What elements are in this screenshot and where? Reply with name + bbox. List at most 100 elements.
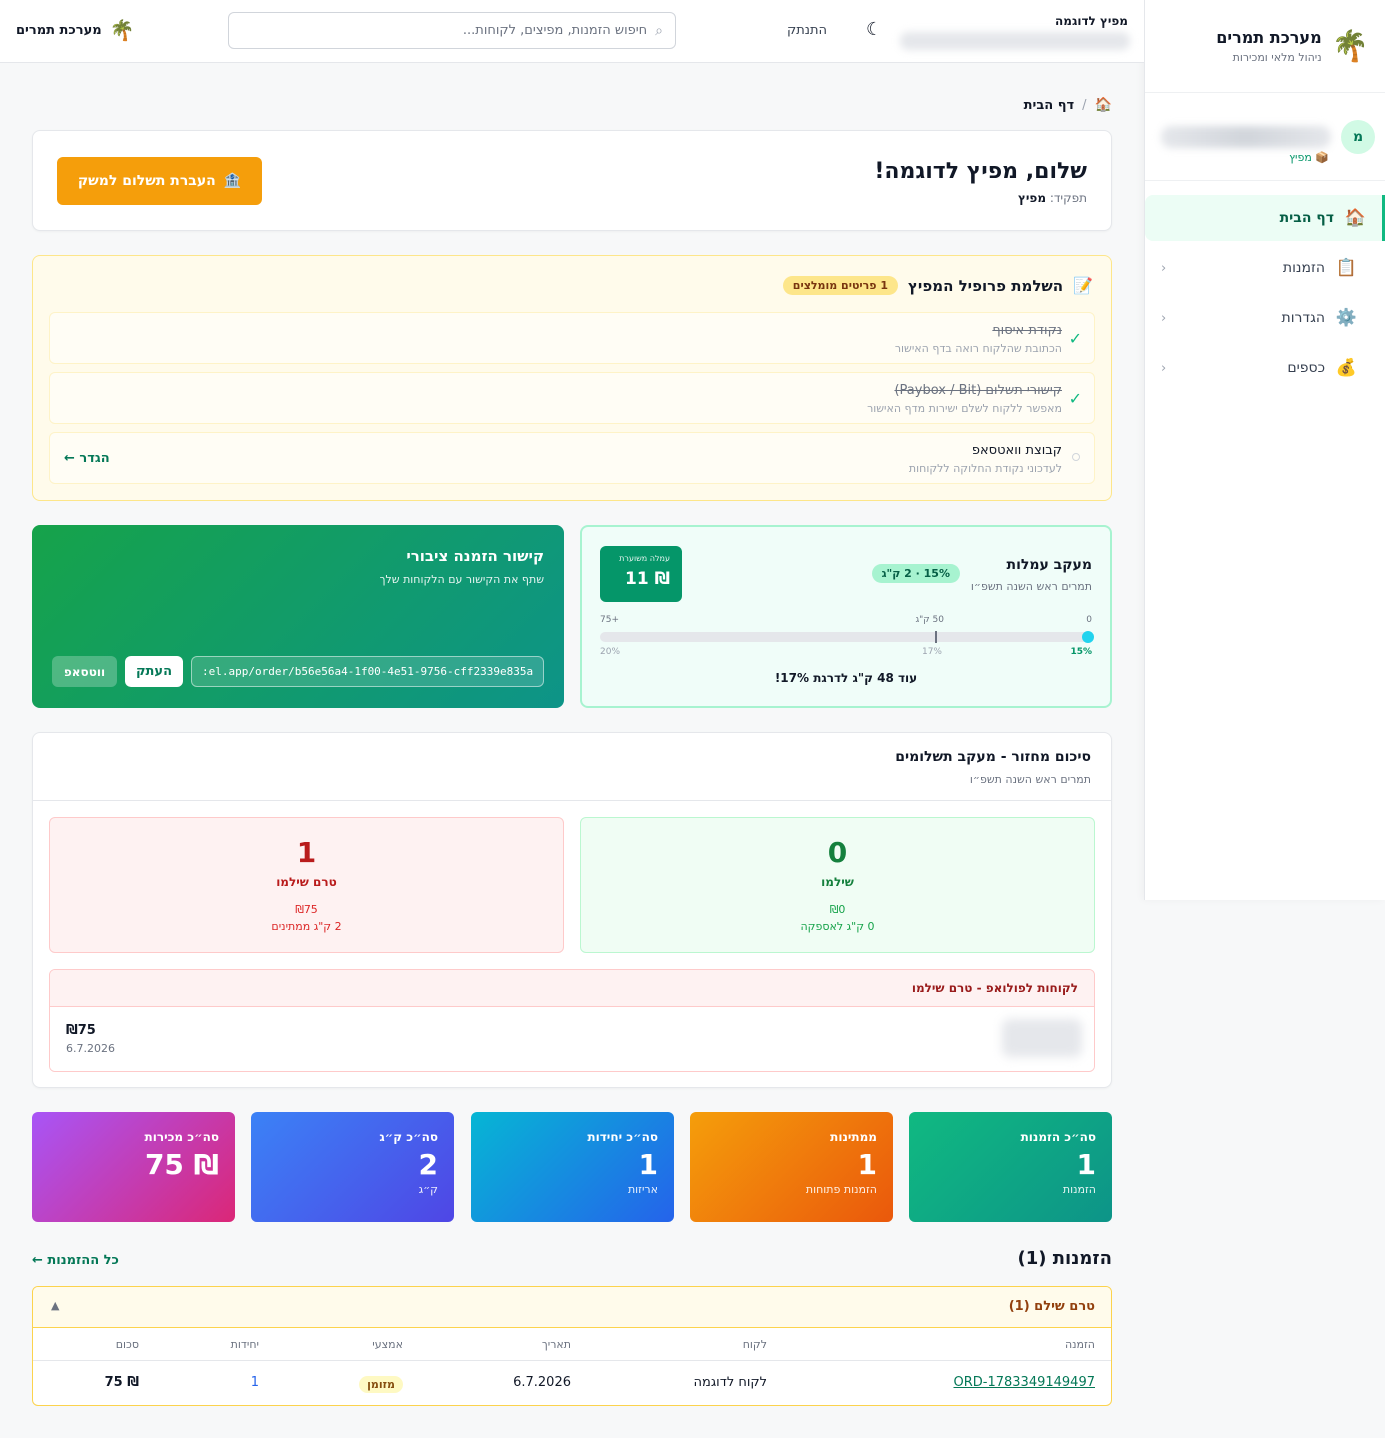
sidebar-brand-subtitle: ניהול מלאי ומכירות [1232, 51, 1322, 64]
estimated-commission-box: עמלה משוערת ₪ 11 [600, 546, 682, 602]
public-link-title: קישור הזמנה ציבורי [406, 547, 544, 565]
followup-amount: ₪75 [66, 1023, 96, 1038]
page-title: שלום, מפיץ לדוגמה! [874, 159, 1087, 184]
topbar: מפיץ לדוגמה ☾ התנתק ⌕ 🌴 מערכת תמרים [0, 0, 1144, 63]
sidebar: 🌴 מערכת תמרים ניהול מלאי ומכירות מ 📦 מפי… [1144, 0, 1385, 900]
cycle-summary-card: סיכום מחזור - מעקב תשלומים תמרים ראש השנ… [32, 732, 1112, 1088]
kpi-total-units: סה״כ יחידות 1 אריזות [471, 1112, 674, 1222]
column-header: סכום [115, 1338, 139, 1351]
profile-item-subtitle: לעדכוני נקודת החלוקה ללקוחות [908, 462, 1062, 475]
progress-knob [1082, 631, 1094, 643]
recommended-badge: 1 פריטים מומלצים [782, 276, 899, 295]
transfer-payment-button[interactable]: 🏦 העברת תשלום למשק [57, 157, 262, 205]
profile-item-title: נקודת איסוף [992, 323, 1062, 338]
profile-item-whatsapp-group[interactable]: קבוצת וואטסאפ לעדכוני נקודת החלוקה ללקוח… [49, 432, 1095, 484]
kpi-label: סה״כ הזמנות [1020, 1130, 1096, 1144]
table-row[interactable]: ORD-1783349149497 לקוח לדוגמה 6.7.2026 מ… [33, 1361, 1111, 1405]
search-input[interactable] [241, 23, 648, 38]
kpi-sub: הזמנות פתוחות [805, 1183, 877, 1196]
paid-amount: ₪0 [829, 903, 846, 916]
estimated-commission-label: עמלה משוערת [619, 554, 670, 563]
kpi-pending: ממתינות 1 הזמנות פתוחות [690, 1112, 893, 1222]
unpaid-count: 1 [296, 836, 317, 869]
role-label: תפקיד: [1049, 191, 1087, 205]
sidebar-item-orders[interactable]: 📋 הזמנות ‹ [1145, 245, 1373, 291]
kpi-sub: ק״ג [418, 1183, 438, 1196]
scale-tick: 50 ק"ג [915, 615, 944, 625]
sidebar-item-finance[interactable]: 💰 כספים ‹ [1145, 345, 1373, 391]
profile-item-title: קבוצת וואטסאפ [971, 443, 1062, 458]
paid-count: 0 [827, 836, 848, 869]
column-header: לקוח [742, 1338, 767, 1351]
caret-up-icon[interactable]: ▲ [51, 1299, 59, 1312]
all-orders-link[interactable]: כל ההזמנות ← [32, 1253, 119, 1268]
clipboard-icon: 📋 [1335, 258, 1357, 278]
kpi-label: סה״כ מכירות [144, 1130, 219, 1144]
public-link-url[interactable]: :el.app/order/b56e56a4-1f00-4e51-9756-cf… [191, 656, 544, 687]
profile-header: 📝 השלמת פרופיל המפיץ 1 פריטים מומלצים [782, 276, 1093, 295]
logout-button[interactable]: התנתק [787, 23, 827, 38]
column-header: תאריך [541, 1338, 571, 1351]
column-header: יחידות [230, 1338, 259, 1351]
cycle-header: סיכום מחזור - מעקב תשלומים תמרים ראש השנ… [33, 733, 1111, 801]
cycle-subtitle: תמרים ראש השנה תשפ״ו [969, 773, 1091, 786]
public-order-link-card: קישור הזמנה ציבורי שתף את הקישור עם הלקו… [32, 525, 564, 708]
moon-icon[interactable]: ☾ [866, 19, 882, 40]
profile-item-payment-links[interactable]: ✓ קישורי תשלום (Paybox / Bit) מאפשר ללקו… [49, 372, 1095, 424]
sidebar-user: מ 📦 מפיץ [1145, 93, 1385, 181]
chevron-left-icon: ‹ [1161, 260, 1167, 276]
gear-icon: ⚙️ [1335, 308, 1357, 328]
commission-tracker-card: מעקב עמלות תמרים ראש השנה תשפ״ו 15% · 2 … [580, 525, 1112, 708]
sidebar-item-home[interactable]: 🏠 דף הבית [1145, 195, 1385, 241]
commission-scale: 0 50 ק"ג +75 [600, 615, 1092, 627]
commission-subtitle: תמרים ראש השנה תשפ״ו [970, 580, 1092, 593]
profile-item-pickup[interactable]: ✓ נקודת איסוף הכתובת שהלקוח רואה בדף האי… [49, 312, 1095, 364]
orders-group-header[interactable]: טרם שילם (1) ▲ [33, 1287, 1111, 1328]
sidebar-item-label: דף הבית [1279, 210, 1334, 226]
topbar-user-name[interactable]: מפיץ לדוגמה [1055, 14, 1128, 28]
profile-completion-card: 📝 השלמת פרופיל המפיץ 1 פריטים מומלצים ✓ … [32, 255, 1112, 501]
commission-percentages: 15% 17% 20% [600, 647, 1092, 659]
copy-button[interactable]: העתק [125, 656, 183, 687]
order-number-link[interactable]: ORD-1783349149497 [954, 1375, 1096, 1390]
orders-heading: הזמנות (1) [1017, 1248, 1113, 1269]
kpi-total-orders: סה״כ הזמנות 1 הזמנות [909, 1112, 1112, 1222]
house-icon[interactable]: 🏠 [1095, 97, 1112, 113]
tier-pct: 15% [1070, 647, 1092, 657]
column-header: אמצעי [372, 1338, 403, 1351]
customer-name-blurred [1002, 1019, 1082, 1057]
search-box[interactable]: ⌕ [228, 12, 676, 49]
orders-table: טרם שילם (1) ▲ הזמנה לקוח תאריך אמצעי יח… [32, 1286, 1112, 1406]
bank-icon: 🏦 [223, 173, 242, 189]
unpaid-amount: ₪75 [295, 903, 318, 916]
kpi-value: 2 [418, 1148, 438, 1181]
paid-summary: 0 שילמו ₪0 0 ק"ג לאספקה [580, 817, 1095, 953]
list-item[interactable]: ₪75 6.7.2026 [50, 1007, 1094, 1071]
profile-item-title: קישורי תשלום (Paybox / Bit) [894, 383, 1062, 398]
topbar-user-blurred [900, 32, 1130, 50]
estimated-commission-value: ₪ 11 [625, 569, 670, 589]
user-name-blurred [1161, 125, 1331, 148]
cycle-title: סיכום מחזור - מעקב תשלומים [895, 749, 1091, 765]
tier-marker [935, 631, 937, 643]
orders-group-title: טרם שילם (1) [1008, 1299, 1095, 1314]
order-customer: לקוח לדוגמה [693, 1375, 768, 1390]
tier-pct: 17% [921, 647, 942, 657]
kpi-total-kg: סה״כ ק״ג 2 ק״ג [251, 1112, 454, 1222]
followup-date: 6.7.2026 [66, 1042, 115, 1055]
search-icon: ⌕ [655, 22, 663, 39]
order-units: 1 [250, 1375, 259, 1390]
whatsapp-button[interactable]: ווטסאפ [52, 656, 117, 687]
sidebar-item-settings[interactable]: ⚙️ הגדרות ‹ [1145, 295, 1373, 341]
breadcrumb-current: דף הבית [1023, 97, 1075, 113]
setup-link[interactable]: הגדר ← [64, 451, 110, 466]
sidebar-brand[interactable]: 🌴 מערכת תמרים ניהול מלאי ומכירות [1145, 0, 1385, 93]
sidebar-nav: 🏠 דף הבית 📋 הזמנות ‹ ⚙️ הגדרות ‹ 💰 כספים… [1145, 181, 1385, 407]
kpi-cards: סה״כ הזמנות 1 הזמנות ממתינות 1 הזמנות פת… [32, 1112, 1112, 1222]
money-bag-icon: 💰 [1335, 358, 1357, 378]
column-header: הזמנה [1064, 1338, 1095, 1351]
scale-tick: 0 [1086, 615, 1092, 625]
paid-label: שילמו [821, 875, 854, 889]
topbar-brand[interactable]: 🌴 מערכת תמרים [16, 18, 135, 42]
palm-tree-icon: 🌴 [109, 18, 135, 42]
